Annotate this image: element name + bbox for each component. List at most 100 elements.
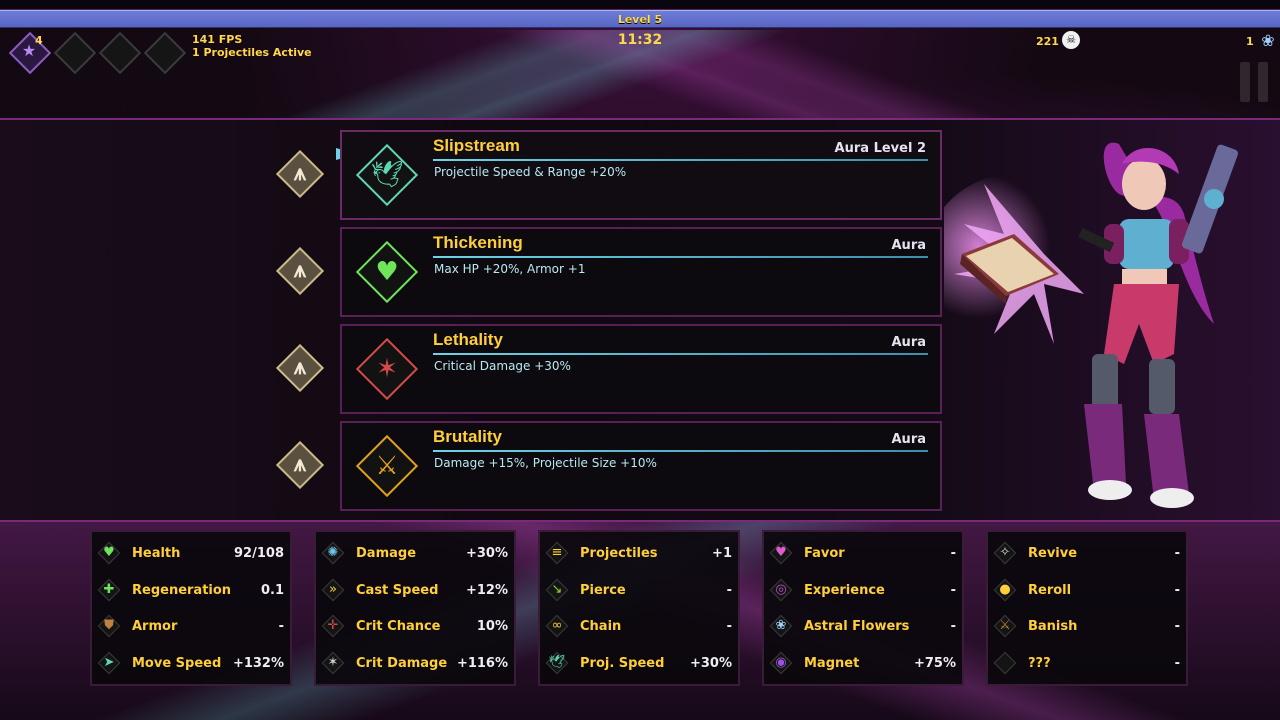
stat-value: +1 bbox=[712, 546, 732, 561]
stat-row: ♥ Health 92/108 bbox=[92, 535, 290, 571]
stat-row: ❀ Astral Flowers - bbox=[764, 608, 962, 644]
stat-row: ◉ Magnet +75% bbox=[764, 645, 962, 681]
xp-level-bar: Level 5 bbox=[0, 10, 1280, 28]
stat-label: Magnet bbox=[804, 656, 860, 672]
stat-label: Armor bbox=[132, 619, 178, 635]
stat-value: - bbox=[950, 582, 956, 598]
stat-label: Projectiles bbox=[580, 546, 658, 561]
stat-row: ✧ Revive - bbox=[988, 535, 1186, 571]
pause-button[interactable] bbox=[1238, 62, 1270, 102]
stat-value: - bbox=[278, 619, 284, 635]
stat-label: ??? bbox=[1028, 656, 1051, 672]
upgrade-description: Projectile Speed & Range +20% bbox=[434, 165, 627, 179]
upgrade-description: Damage +15%, Projectile Size +10% bbox=[434, 456, 657, 470]
stat-label: Chain bbox=[580, 619, 622, 635]
flower-icon: ❀ bbox=[769, 615, 793, 638]
upgrade-choice-slipstream[interactable]: 🕊 Slipstream Aura Level 2 Projectile Speed … bbox=[340, 130, 942, 220]
banish-blade-icon: ⚔ bbox=[993, 615, 1017, 638]
flower-count: 1 bbox=[1246, 35, 1254, 48]
stat-value: +132% bbox=[232, 656, 284, 672]
heroine-figure bbox=[1078, 142, 1239, 508]
divider bbox=[433, 353, 928, 355]
divider bbox=[433, 450, 928, 452]
stat-label: Astral Flowers bbox=[804, 619, 910, 635]
upgrade-choice-lethality[interactable]: ✶ Lethality Aura Critical Damage +30% bbox=[340, 324, 942, 414]
astral-flower-icon: ❀ bbox=[1261, 31, 1275, 50]
stat-value: - bbox=[950, 546, 956, 561]
heart-icon: ♥ bbox=[355, 240, 419, 304]
stat-value: - bbox=[1174, 656, 1180, 672]
stat-row: » Cast Speed +12% bbox=[316, 572, 514, 608]
stat-row: ✶ Crit Damage +116% bbox=[316, 645, 514, 681]
upgrade-choice-thickening[interactable]: ♥ Thickening Aura Max HP +20%, Armor +1 bbox=[340, 227, 942, 317]
fast-forward-icon: » bbox=[321, 578, 345, 602]
stat-label: Health bbox=[132, 546, 181, 561]
stat-label: Regeneration bbox=[132, 582, 232, 598]
upgrade-name: Lethality bbox=[433, 330, 503, 349]
crit-burst-icon: ✶ bbox=[321, 651, 345, 675]
stat-row: ✚ Regeneration 0.1 bbox=[92, 572, 290, 608]
vortex-icon: ◉ bbox=[769, 651, 793, 675]
plus-icon: ✚ bbox=[97, 578, 121, 602]
pause-bar-left bbox=[1240, 62, 1250, 102]
stat-value: 0.1 bbox=[260, 582, 284, 598]
upgrade-tag: Aura bbox=[891, 432, 927, 447]
stat-row: ✛ Crit Chance 10% bbox=[316, 608, 514, 644]
stat-row: ◎ Experience - bbox=[764, 572, 962, 608]
stat-label: Crit Chance bbox=[356, 619, 441, 635]
stat-value: +116% bbox=[456, 656, 508, 672]
stat-label: Banish bbox=[1028, 619, 1078, 635]
stat-row: ∞ Chain - bbox=[540, 608, 738, 644]
kill-count: 221 bbox=[1036, 35, 1059, 48]
stat-row: ● Reroll - bbox=[988, 572, 1186, 608]
upgrade-name: Brutality bbox=[433, 427, 502, 446]
stats-panel-offense: ✺ Damage +30% » Cast Speed +12% ✛ Crit Chance 10… bbox=[314, 530, 516, 686]
banish-icon: ⩚ bbox=[293, 161, 307, 186]
character-portrait bbox=[944, 142, 1239, 508]
crit-burst-icon: ✶ bbox=[355, 337, 419, 401]
stat-row: 🕊 Proj. Speed +30% bbox=[540, 645, 738, 681]
stat-label: Proj. Speed bbox=[580, 656, 665, 672]
banish-button-2[interactable]: ⩚ bbox=[275, 343, 325, 393]
pause-bar-right bbox=[1258, 62, 1268, 102]
stat-row: ??? - bbox=[988, 645, 1186, 681]
stat-label: Revive bbox=[1028, 546, 1078, 561]
stat-row: ✺ Damage +30% bbox=[316, 535, 514, 571]
heart-icon: ♥ bbox=[97, 541, 121, 565]
banish-button-0[interactable]: ⩚ bbox=[275, 149, 325, 199]
upgrade-description: Max HP +20%, Armor +1 bbox=[434, 262, 586, 276]
stats-panel-defense: ♥ Health 92/108 ✚ Regeneration 0.1 ⛊ Armor - ➤ Mov… bbox=[90, 530, 292, 686]
stat-value: +75% bbox=[913, 656, 956, 672]
banish-button-1[interactable]: ⩚ bbox=[275, 246, 325, 296]
top-frame bbox=[0, 0, 1280, 10]
banish-icon: ⩚ bbox=[293, 452, 307, 477]
upgrade-choice-brutality[interactable]: ⚔ Brutality Aura Damage +15%, Projectile Si… bbox=[340, 421, 942, 511]
stat-value: +30% bbox=[465, 546, 508, 561]
upgrade-tag: Aura bbox=[891, 238, 927, 253]
upgrade-name: Thickening bbox=[433, 233, 523, 252]
level-label: Level 5 bbox=[617, 13, 663, 26]
banish-button-3[interactable]: ⩚ bbox=[275, 440, 325, 490]
unknown-icon bbox=[993, 651, 1017, 675]
stat-value: - bbox=[1174, 546, 1180, 561]
stat-row: ⚔ Banish - bbox=[988, 608, 1186, 644]
stat-value: - bbox=[1174, 582, 1180, 598]
banish-icon: ⩚ bbox=[293, 258, 307, 283]
stat-value: - bbox=[726, 582, 732, 598]
stat-row: ♥ Favor - bbox=[764, 535, 962, 571]
stat-row: ➤ Move Speed +132% bbox=[92, 645, 290, 681]
stats-panel-meta: ✧ Revive - ● Reroll - ⚔ Banish -??? - bbox=[986, 530, 1188, 686]
dice-bag-icon: ● bbox=[993, 578, 1017, 602]
xp-orb-icon: ◎ bbox=[769, 578, 793, 602]
stat-label: Cast Speed bbox=[356, 582, 439, 598]
shield-icon: ⛊ bbox=[97, 615, 121, 638]
stat-label: Move Speed bbox=[132, 656, 222, 672]
stat-label: Crit Damage bbox=[356, 656, 448, 672]
upgrade-name: Slipstream bbox=[433, 136, 520, 155]
dove-icon: 🕊 bbox=[355, 143, 419, 207]
stat-value: 92/108 bbox=[234, 546, 284, 561]
stat-value: - bbox=[726, 619, 732, 635]
divider bbox=[433, 256, 928, 258]
stat-label: Reroll bbox=[1028, 582, 1072, 598]
banish-icon: ⩚ bbox=[293, 355, 307, 380]
